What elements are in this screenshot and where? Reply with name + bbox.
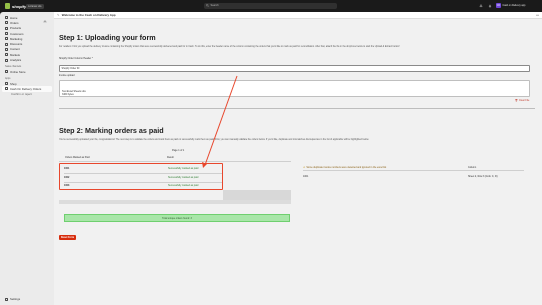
duplicate-warning-card: ⚠ Some duplicate invoice numbers were de… [297, 159, 530, 189]
sidebar-item-label: Online Store [10, 69, 26, 74]
sidebar-item-label: Customers [10, 31, 24, 36]
sidebar-item-label: Markets [10, 52, 20, 57]
highlight-box [59, 163, 223, 190]
app-icon: ✎ [57, 13, 60, 18]
tag-icon [5, 26, 8, 30]
order-status: Successfully marked as paid [168, 167, 199, 170]
trash-icon: 🗑 [515, 99, 519, 102]
invoice-dropzone[interactable]: Test Excel Sheets.xlsx 3460 bytes [59, 80, 530, 97]
sidebar-item-analytics[interactable]: Analytics [0, 57, 54, 62]
notification-icon[interactable] [479, 4, 483, 8]
clear-file-button[interactable]: 🗑 Clear File [515, 99, 529, 102]
col-result-header: Result [167, 156, 174, 159]
warning-row-id: 1001 [303, 175, 309, 178]
warning-column-header: Column [468, 166, 477, 169]
megaphone-icon [5, 37, 8, 41]
search-placeholder: Search [210, 4, 219, 7]
sidebar-item-label: Cash On Delivery Orders [10, 86, 42, 91]
step1-description: For retailers: First you upload the deli… [59, 46, 400, 48]
sidebar-item-label: Orders [10, 20, 19, 25]
warning-row-value: Sheet 2, Row 3 (Cols: C, D) [468, 175, 498, 178]
order-status: Successfully marked as paid [168, 176, 199, 179]
sidebar-item-label: Home [10, 15, 18, 20]
sidebar-subitem-confirm[interactable]: Confirm or reject [0, 92, 54, 97]
bell-icon[interactable] [488, 4, 492, 8]
col-orders-header: Orders Marked as Paid [65, 156, 90, 159]
home-icon [5, 16, 8, 20]
column-header-label: Shopify Order Column Header * [59, 57, 93, 60]
shopify-logo[interactable]: shopify [5, 3, 26, 9]
shopify-bag-icon [5, 3, 10, 9]
sidebar: Home Orders 11 Products Customers Marketi… [0, 12, 54, 305]
search-input[interactable]: Search [204, 2, 337, 9]
orders-count-badge: 11 [42, 21, 47, 24]
clear-file-label: Clear File [519, 99, 530, 102]
store-menu[interactable]: CO Cash on Delivery app [496, 2, 526, 8]
main-content: ✎ Welcome to the Cash on Delivery App ••… [54, 12, 542, 305]
sidebar-item-settings[interactable]: Settings [0, 297, 54, 302]
step2-title: Step 2: Marking orders as paid [59, 126, 164, 135]
order-id: 1003 [64, 184, 70, 187]
store-name: Cash on Delivery app [502, 3, 526, 7]
warning-title: ⚠ Some duplicate invoice numbers were de… [303, 166, 386, 169]
discount-icon [5, 42, 8, 46]
app-title: Welcome to the Cash on Delivery App [61, 12, 116, 17]
logo-text: shopify [12, 3, 27, 9]
top-bar: shopify Lozanav Life Search CO Cash on D… [0, 0, 542, 12]
chart-icon [5, 58, 8, 62]
more-actions-icon[interactable]: ••• [536, 13, 539, 17]
gear-icon [5, 297, 8, 301]
order-status: Successfully marked as paid [168, 184, 199, 187]
order-id: 1001 [64, 167, 70, 170]
warning-text: Some duplicate invoice numbers were dete… [306, 166, 387, 169]
sidebar-item-label: Settings [10, 297, 21, 302]
file-size: 3460 bytes [62, 93, 74, 96]
grey-panel [223, 190, 291, 200]
invoice-upload-label: Invoice upload [59, 74, 75, 77]
grey-panel [59, 200, 291, 204]
app-icon [5, 87, 8, 91]
column-header-input[interactable]: Shopify Order ID [59, 65, 530, 72]
shop-icon [5, 82, 8, 86]
sidebar-item-label: Analytics [10, 58, 22, 63]
sidebar-item-label: Shop [10, 81, 17, 86]
step1-title: Step 1: Uploading your form [59, 33, 156, 42]
reset-form-button[interactable]: Reset Form [59, 235, 76, 240]
avatar: CO [496, 2, 501, 8]
person-icon [5, 32, 8, 36]
app-header: ✎ Welcome to the Cash on Delivery App ••… [54, 12, 542, 19]
globe-icon [5, 53, 8, 57]
step2-description: You've successfully uploaded your file, … [59, 139, 369, 141]
orders-icon [5, 21, 8, 25]
order-id: 1002 [64, 176, 70, 179]
page-indicator: Page 1 of 1 [172, 149, 185, 152]
section-divider [59, 108, 535, 109]
sidebar-item-label: Marketing [10, 36, 23, 41]
sidebar-item-online-store[interactable]: Online Store [0, 69, 54, 74]
search-icon [206, 4, 209, 7]
store-icon [5, 70, 8, 74]
sidebar-item-label: Products [10, 26, 22, 31]
content-icon [5, 47, 8, 51]
success-banner: Total unique orders found: 3 [64, 214, 290, 222]
sidebar-item-label: Discounts [10, 42, 23, 47]
sidebar-item-label: Content [10, 47, 20, 52]
store-badge: Lozanav Life [26, 3, 44, 9]
warning-icon: ⚠ [303, 166, 306, 169]
